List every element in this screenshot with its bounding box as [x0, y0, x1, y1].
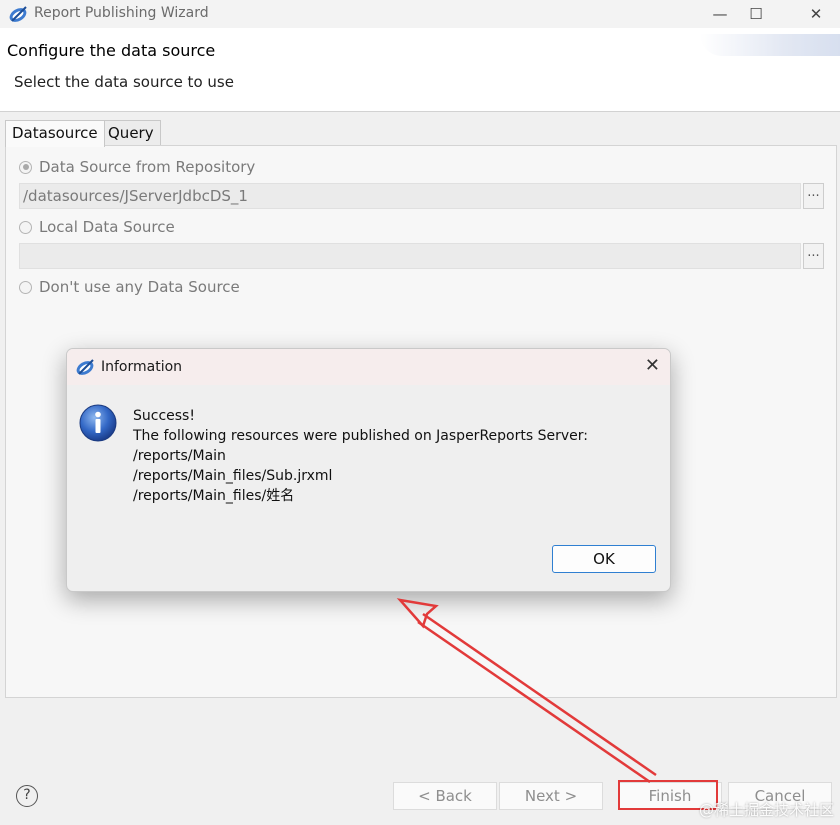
message-line: Success! — [133, 408, 195, 424]
radio-button[interactable] — [19, 280, 32, 294]
repository-browse-button[interactable]: ... — [803, 183, 824, 209]
jaspersoft-app-icon — [9, 6, 27, 22]
radio-repository-source[interactable]: Data Source from Repository — [19, 158, 255, 176]
dialog-message: Success! The following resources were pu… — [133, 406, 588, 506]
information-dialog: Information ✕ Success! The following res… — [66, 348, 671, 592]
radio-none-label: Don't use any Data Source — [39, 278, 240, 296]
close-button[interactable]: ✕ — [792, 0, 840, 28]
next-button[interactable]: Next > — [499, 782, 603, 810]
dialog-title: Information — [101, 359, 183, 375]
jaspersoft-app-icon — [76, 359, 94, 375]
help-button[interactable]: ? — [16, 785, 38, 807]
window-titlebar: Report Publishing Wizard — ☐ ✕ — [0, 0, 840, 28]
page-title: Configure the data source — [7, 41, 216, 60]
dialog-close-button[interactable]: ✕ — [645, 355, 660, 376]
radio-repository-label: Data Source from Repository — [39, 158, 256, 176]
repository-path-field[interactable]: /datasources/JServerJdbcDS_1 — [19, 183, 801, 209]
message-line: /reports/Main_files/Sub.jrxml — [133, 468, 333, 484]
local-browse-button[interactable]: ... — [803, 243, 824, 269]
watermark: @稀土掘金技术社区 — [698, 801, 834, 819]
dialog-titlebar: Information ✕ — [67, 349, 670, 385]
radio-local-label: Local Data Source — [39, 218, 175, 236]
info-icon — [79, 404, 117, 442]
tab-datasource[interactable]: Datasource — [5, 120, 105, 147]
message-line: /reports/Main — [133, 448, 226, 464]
back-button[interactable]: < Back — [393, 782, 497, 810]
wizard-header: Configure the data source Select the dat… — [0, 28, 840, 112]
header-decoration — [700, 34, 840, 56]
ok-button[interactable]: OK — [552, 545, 656, 573]
tab-query[interactable]: Query — [101, 120, 161, 146]
radio-local-source[interactable]: Local Data Source — [19, 218, 175, 236]
local-source-field[interactable] — [19, 243, 801, 269]
message-line: The following resources were published o… — [133, 428, 588, 444]
maximize-button[interactable]: ☐ — [732, 0, 780, 28]
radio-button[interactable] — [19, 220, 32, 234]
message-line: /reports/Main_files/姓名 — [133, 488, 295, 504]
page-subtitle: Select the data source to use — [14, 73, 234, 91]
radio-button-checked[interactable] — [19, 160, 32, 174]
window-title: Report Publishing Wizard — [34, 5, 209, 21]
radio-no-source[interactable]: Don't use any Data Source — [19, 278, 240, 296]
